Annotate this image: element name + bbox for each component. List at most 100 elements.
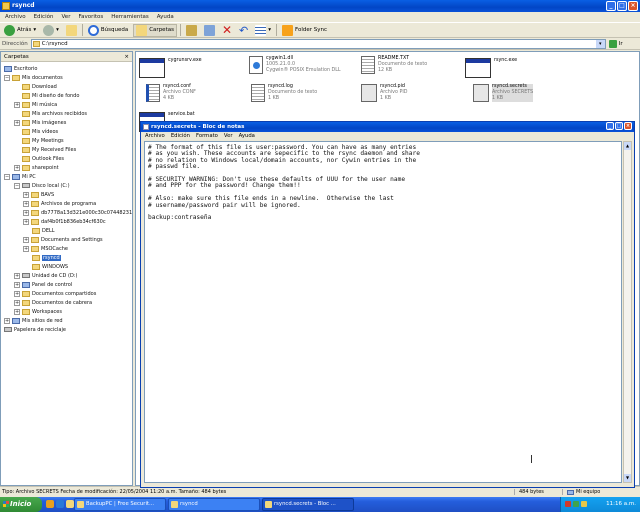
file-item[interactable]: rsyncd.pid Archivo PID 1 KB: [361, 84, 407, 102]
tree-item-mis-imagenes[interactable]: + Mis imágenes: [14, 118, 66, 127]
tree-item-mi-musica[interactable]: + Mi música: [14, 100, 57, 109]
forward-button[interactable]: ▾: [41, 24, 61, 37]
minimize-button[interactable]: _: [606, 1, 616, 11]
expand-icon[interactable]: +: [23, 209, 29, 216]
menu-archivo[interactable]: Archivo: [5, 14, 26, 20]
notepad-menu-ayuda[interactable]: Ayuda: [239, 133, 255, 139]
notepad-menu-formato[interactable]: Formato: [196, 133, 218, 139]
menu-ayuda[interactable]: Ayuda: [157, 14, 174, 20]
notepad-close-button[interactable]: ×: [624, 122, 632, 130]
internet-explorer-icon[interactable]: [56, 500, 64, 508]
tree-item-my-received-files[interactable]: My Received Files: [22, 145, 76, 154]
expand-icon[interactable]: +: [23, 218, 29, 225]
tree-item-mis-sitios-de-red[interactable]: + Mis sitios de red: [4, 316, 63, 325]
expand-icon[interactable]: +: [14, 119, 20, 126]
folders-button[interactable]: Carpetas: [133, 23, 177, 37]
explorer-icon[interactable]: [66, 500, 74, 508]
search-button[interactable]: Búsqueda: [86, 24, 130, 37]
collapse-icon[interactable]: −: [4, 74, 10, 81]
tree-item-escritorio[interactable]: Escritorio: [4, 64, 37, 73]
delete-button[interactable]: ✕: [220, 24, 234, 37]
tree-item-documentos-de-cabrera[interactable]: + Documentos de cabrera: [14, 298, 92, 307]
views-button[interactable]: ▾: [253, 24, 273, 37]
maximize-button[interactable]: □: [617, 1, 627, 11]
tree-item-rsyncd[interactable]: rsyncd: [32, 253, 61, 262]
expand-icon[interactable]: +: [14, 272, 20, 279]
task-notepad[interactable]: rsyncd.secrets - Bloc ...: [262, 498, 354, 511]
expand-icon[interactable]: +: [23, 236, 29, 243]
clock[interactable]: 11:16 a.m.: [606, 501, 636, 507]
menu-favoritos[interactable]: Favoritos: [78, 14, 103, 20]
tree-item-documentos-compartidos[interactable]: + Documentos compartidos: [14, 289, 96, 298]
tree-item-windows[interactable]: WINDOWS: [32, 262, 68, 271]
expand-icon[interactable]: +: [14, 164, 20, 171]
file-item-selected[interactable]: rsyncd.secrets Archivo SECRETS 1 KB: [473, 84, 534, 102]
tree-item-mis-archivos-recibidos[interactable]: Mis archivos recibidos: [22, 109, 87, 118]
collapse-icon[interactable]: −: [14, 182, 20, 189]
chevron-down-icon[interactable]: ▾: [595, 39, 605, 48]
tree-item-panel-de-control[interactable]: + Panel de control: [14, 280, 72, 289]
volume-icon[interactable]: [581, 501, 587, 507]
menu-ver[interactable]: Ver: [61, 14, 70, 20]
tree-item-papelera[interactable]: Papelera de reciclaje: [4, 325, 66, 334]
notepad-minimize-button[interactable]: _: [606, 122, 614, 130]
expand-icon[interactable]: +: [14, 308, 20, 315]
scroll-down-icon[interactable]: ▼: [624, 474, 631, 482]
quicklaunch-icon[interactable]: [46, 500, 54, 508]
notepad-menu-edicion[interactable]: Edición: [171, 133, 190, 139]
expand-icon[interactable]: +: [23, 200, 29, 207]
scroll-up-icon[interactable]: ▲: [624, 142, 631, 150]
start-button[interactable]: Inicio: [0, 497, 42, 512]
folder-sync-button[interactable]: Folder Sync: [280, 24, 329, 37]
up-button[interactable]: [64, 24, 79, 37]
tree-item-workspaces[interactable]: + Workspaces: [14, 307, 62, 316]
file-item[interactable]: README.TXT Documento de texto 12 KB: [361, 56, 427, 74]
antivirus-icon[interactable]: [565, 501, 571, 507]
tree-item-mis-videos[interactable]: Mis vídeos: [22, 127, 58, 136]
expand-icon[interactable]: +: [14, 299, 20, 306]
go-button[interactable]: Ir: [608, 39, 623, 48]
file-item[interactable]: rsyncd.conf Archivo CONF 4 KB: [146, 84, 196, 102]
expand-icon[interactable]: +: [14, 281, 20, 288]
tree-item-outlook-files[interactable]: Outlook Files: [22, 154, 64, 163]
undo-button[interactable]: ↶: [237, 24, 250, 37]
expand-icon[interactable]: +: [4, 317, 10, 324]
expand-icon[interactable]: +: [23, 245, 29, 252]
tree-item-my-meetings[interactable]: My Meetings: [22, 136, 64, 145]
tree-item-download[interactable]: Download: [22, 82, 57, 91]
task-rsyncd[interactable]: rsyncd: [168, 498, 260, 511]
tree-item-mis-documentos[interactable]: − Mis documentos: [4, 73, 63, 82]
tree-item-documents-and-settings[interactable]: + Documents and Settings: [23, 235, 103, 244]
expand-icon[interactable]: +: [14, 290, 20, 297]
notepad-title-bar[interactable]: rsyncd.secrets - Bloc de notas _ □ ×: [141, 122, 634, 132]
address-input[interactable]: C:\rsyncd ▾: [30, 38, 606, 49]
tree-item-disco-local-c[interactable]: − Disco local (C:): [14, 181, 70, 190]
task-backuppc[interactable]: BackupPC | Free Securit...: [74, 498, 166, 511]
tree-item-db7778[interactable]: + db7778a13d321e000c30c074482315: [23, 208, 132, 217]
notepad-scrollbar[interactable]: ▲ ▼: [623, 141, 632, 483]
network-icon[interactable]: [573, 501, 579, 507]
menu-edicion[interactable]: Edición: [34, 14, 54, 20]
collapse-icon[interactable]: −: [4, 173, 10, 180]
tree-item-dell[interactable]: DELL: [32, 226, 55, 235]
tree-item-sharepoint[interactable]: + sharepoint: [14, 163, 59, 172]
close-icon[interactable]: ×: [124, 52, 129, 62]
notepad-text-area[interactable]: # The format of this file is user:passwo…: [144, 141, 622, 483]
tree-item-unidad-cd[interactable]: + Unidad de CD (D:): [14, 271, 77, 280]
menu-herramientas[interactable]: Herramientas: [111, 14, 148, 20]
title-bar[interactable]: rsyncd _ □ ×: [0, 0, 640, 12]
expand-icon[interactable]: +: [23, 191, 29, 198]
expand-icon[interactable]: +: [14, 101, 20, 108]
tree-item-bavs[interactable]: + BAVS: [23, 190, 54, 199]
copy-to-button[interactable]: [202, 24, 217, 37]
file-item[interactable]: cygrunsrv.exe: [139, 58, 202, 78]
close-button[interactable]: ×: [628, 1, 638, 11]
tree-item-mi-diseno[interactable]: Mi diseño de fondo: [22, 91, 79, 100]
back-button[interactable]: Atrás ▾: [2, 24, 38, 37]
tree-item-mi-pc[interactable]: − Mi PC: [4, 172, 36, 181]
file-item[interactable]: rsyncd.log Documento de texto 1 KB: [251, 84, 317, 102]
notepad-menu-archivo[interactable]: Archivo: [145, 133, 165, 139]
move-to-button[interactable]: [184, 24, 199, 37]
notepad-menu-ver[interactable]: Ver: [224, 133, 233, 139]
tree-item-archivos-de-programa[interactable]: + Archivos de programa: [23, 199, 96, 208]
